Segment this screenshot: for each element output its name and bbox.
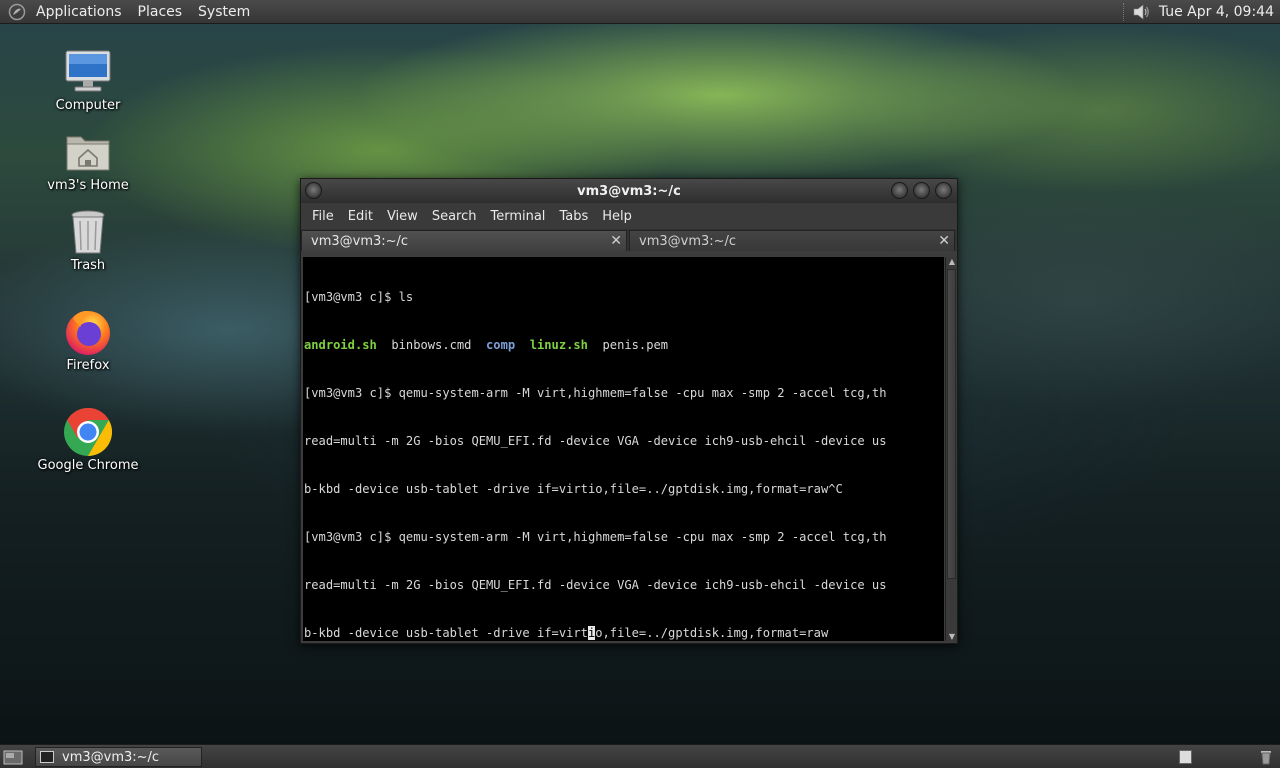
window-menu-button[interactable] xyxy=(305,182,322,199)
terminal-line: [vm3@vm3 c]$ ls xyxy=(304,290,414,304)
tab-label: vm3@vm3:~/c xyxy=(639,233,737,249)
terminal-line: [vm3@vm3 c]$ qemu-system-arm -M virt,hig… xyxy=(304,386,887,400)
computer-icon xyxy=(62,46,114,98)
command-text: b-kbd -device usb-tablet -drive if=virt xyxy=(304,626,588,640)
close-button[interactable] xyxy=(935,182,952,199)
file-name: binbows.cmd xyxy=(376,338,487,352)
desktop-icon-home[interactable]: vm3's Home xyxy=(33,126,143,193)
terminal-scrollbar[interactable]: ▲ ▼ xyxy=(945,257,957,641)
menu-terminal[interactable]: Terminal xyxy=(483,209,552,224)
trash-applet-icon[interactable] xyxy=(1257,748,1275,766)
terminal-line: b-kbd -device usb-tablet -drive if=virti… xyxy=(304,482,843,496)
top-panel: Applications Places System Tue Apr 4, 09… xyxy=(0,0,1280,24)
terminal-output[interactable]: [vm3@vm3 c]$ ls android.sh binbows.cmd c… xyxy=(303,257,944,641)
chrome-icon xyxy=(62,406,114,458)
menu-edit[interactable]: Edit xyxy=(341,209,380,224)
places-menu[interactable]: Places xyxy=(130,0,191,24)
system-menu[interactable]: System xyxy=(190,0,258,24)
menu-file[interactable]: File xyxy=(305,209,341,224)
home-folder-icon xyxy=(62,126,114,178)
scroll-thumb[interactable] xyxy=(947,269,956,579)
window-title: vm3@vm3:~/c xyxy=(577,183,681,199)
taskbar-label: vm3@vm3:~/c xyxy=(62,749,160,765)
terminal-window[interactable]: vm3@vm3:~/c File Edit View Search Termin… xyxy=(300,178,958,644)
terminal-line: [vm3@vm3 c]$ qemu-system-arm -M virt,hig… xyxy=(304,530,887,544)
show-desktop-icon[interactable] xyxy=(3,748,23,766)
terminal-line: read=multi -m 2G -bios QEMU_EFI.fd -devi… xyxy=(304,578,887,592)
tab-close-icon[interactable]: ✕ xyxy=(938,233,950,249)
desktop-icon-label: Firefox xyxy=(66,358,110,373)
menu-tabs[interactable]: Tabs xyxy=(552,209,595,224)
volume-icon[interactable] xyxy=(1131,2,1151,22)
desktop-icon-label: Google Chrome xyxy=(37,458,139,473)
tab-label: vm3@vm3:~/c xyxy=(311,233,409,249)
exec-file-name: android.sh xyxy=(304,338,377,352)
panel-separator xyxy=(1122,2,1125,21)
command-text: o,file=../gptdisk.img,format=raw xyxy=(595,626,829,640)
tab-bar: vm3@vm3:~/c ✕ vm3@vm3:~/c ✕ xyxy=(301,229,957,251)
desktop-icon-label: Trash xyxy=(70,258,106,273)
gnome-foot-icon[interactable] xyxy=(6,1,28,23)
tab-2[interactable]: vm3@vm3:~/c ✕ xyxy=(629,230,955,251)
menu-help[interactable]: Help xyxy=(595,209,639,224)
firefox-icon xyxy=(62,306,114,358)
applications-menu[interactable]: Applications xyxy=(28,0,130,24)
clock[interactable]: Tue Apr 4, 09:44 xyxy=(1159,4,1280,20)
dir-name: comp xyxy=(486,338,516,352)
trash-icon xyxy=(62,206,114,258)
terminal-icon xyxy=(40,751,54,763)
desktop-icon-label: vm3's Home xyxy=(47,178,129,193)
bottom-panel: vm3@vm3:~/c xyxy=(0,744,1280,768)
file-name: penis.pem xyxy=(587,338,669,352)
terminal-menubar: File Edit View Search Terminal Tabs Help xyxy=(301,203,957,229)
menu-search[interactable]: Search xyxy=(425,209,484,224)
minimize-button[interactable] xyxy=(891,182,908,199)
workspace-switcher[interactable] xyxy=(1179,750,1192,764)
tab-1[interactable]: vm3@vm3:~/c ✕ xyxy=(301,230,627,251)
menu-view[interactable]: View xyxy=(380,209,425,224)
scroll-up-icon[interactable]: ▲ xyxy=(947,257,957,266)
terminal-line: android.sh binbows.cmd comp linuz.sh pen… xyxy=(304,337,944,353)
tab-close-icon[interactable]: ✕ xyxy=(610,233,622,249)
window-titlebar[interactable]: vm3@vm3:~/c xyxy=(301,179,957,203)
maximize-button[interactable] xyxy=(913,182,930,199)
taskbar-terminal-button[interactable]: vm3@vm3:~/c xyxy=(35,747,202,767)
desktop-icon-firefox[interactable]: Firefox xyxy=(33,306,143,373)
desktop-icon-chrome[interactable]: Google Chrome xyxy=(33,406,143,473)
desktop-icon-label: Computer xyxy=(55,98,121,113)
desktop-icon-computer[interactable]: Computer xyxy=(33,46,143,113)
terminal-line: b-kbd -device usb-tablet -drive if=virti… xyxy=(304,625,944,641)
terminal-line: read=multi -m 2G -bios QEMU_EFI.fd -devi… xyxy=(304,434,887,448)
panel-tray: Tue Apr 4, 09:44 xyxy=(1117,0,1280,24)
exec-file-name: linuz.sh xyxy=(529,338,588,352)
scroll-down-icon[interactable]: ▼ xyxy=(947,632,957,641)
desktop-icon-trash[interactable]: Trash xyxy=(33,206,143,273)
